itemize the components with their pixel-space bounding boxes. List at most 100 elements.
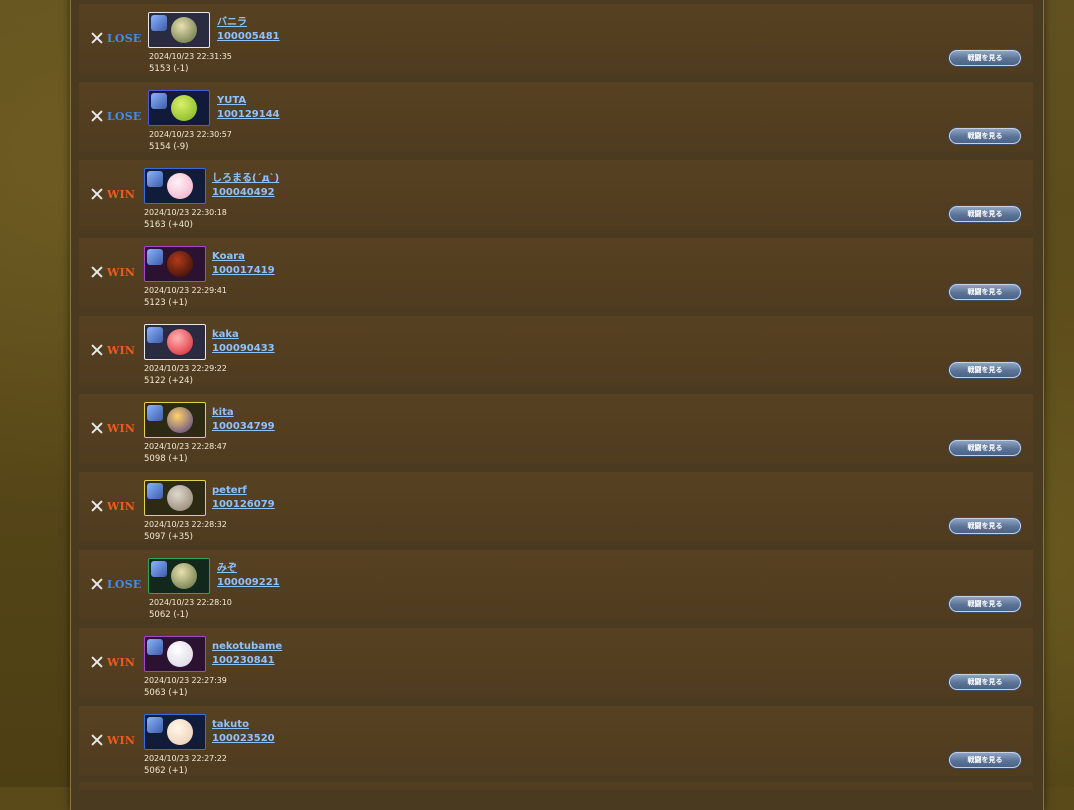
battle-result: LOSE xyxy=(91,577,142,591)
crossed-swords-icon xyxy=(91,266,103,278)
result-label: LOSE xyxy=(107,109,142,123)
player-avatar-icon xyxy=(144,168,206,204)
rating-change: 5098 (+1) xyxy=(144,454,188,464)
result-label: WIN xyxy=(107,343,136,357)
battle-timestamp: 2024/10/23 22:29:41 xyxy=(144,286,227,295)
character-face-icon xyxy=(171,95,197,121)
rating-change: 5063 (+1) xyxy=(144,688,188,698)
rank-badge-icon xyxy=(147,249,163,265)
watch-battle-button[interactable]: 戦闘を見る xyxy=(949,518,1021,534)
opponent-id-link[interactable]: 100230841 xyxy=(212,655,275,667)
opponent-id-link[interactable]: 100005481 xyxy=(217,31,280,43)
player-avatar-icon xyxy=(144,402,206,438)
opponent-name-link[interactable]: みぞ xyxy=(217,563,237,575)
opponent-id-link[interactable]: 100090433 xyxy=(212,343,275,355)
crossed-swords-icon xyxy=(91,188,103,200)
opponent-name-link[interactable]: takuto xyxy=(212,719,249,731)
player-avatar-icon xyxy=(144,324,206,360)
watch-battle-button[interactable]: 戦闘を見る xyxy=(949,596,1021,612)
opponent-id-link[interactable]: 100009221 xyxy=(217,577,280,589)
rating-change: 5163 (+40) xyxy=(144,220,193,230)
opponent-id-link[interactable]: 100017419 xyxy=(212,265,275,277)
battle-row: WIN peterf 100126079 2024/10/23 22:28:32… xyxy=(79,472,1033,542)
character-face-icon xyxy=(167,485,193,511)
opponent-id-link[interactable]: 100129144 xyxy=(217,109,280,121)
opponent-name-link[interactable]: kita xyxy=(212,407,234,419)
crossed-swords-icon xyxy=(91,578,103,590)
character-face-icon xyxy=(171,563,197,589)
watch-battle-button[interactable]: 戦闘を見る xyxy=(949,440,1021,456)
opponent-name-link[interactable]: kaka xyxy=(212,329,239,341)
opponent-id-link[interactable]: 100034799 xyxy=(212,421,275,433)
rating-change: 5122 (+24) xyxy=(144,376,193,386)
result-label: WIN xyxy=(107,499,136,513)
opponent-name-link[interactable]: peterf xyxy=(212,485,247,497)
battle-timestamp: 2024/10/23 22:28:47 xyxy=(144,442,227,451)
rank-badge-icon xyxy=(151,15,167,31)
battle-row: LOSE YUTA 100129144 2024/10/23 22:30:57 … xyxy=(79,82,1033,152)
battle-row: WIN kita 100034799 2024/10/23 22:28:47 5… xyxy=(79,394,1033,464)
crossed-swords-icon xyxy=(91,656,103,668)
opponent-name-link[interactable]: Koara xyxy=(212,251,245,263)
result-label: WIN xyxy=(107,187,136,201)
battle-timestamp: 2024/10/23 22:29:22 xyxy=(144,364,227,373)
watch-battle-button[interactable]: 戦闘を見る xyxy=(949,362,1021,378)
result-label: WIN xyxy=(107,655,136,669)
opponent-name-link[interactable]: YUTA xyxy=(217,95,246,107)
opponent-id-link[interactable]: 100126079 xyxy=(212,499,275,511)
character-face-icon xyxy=(167,173,193,199)
battle-result: LOSE xyxy=(91,109,142,123)
rank-badge-icon xyxy=(151,93,167,109)
battle-timestamp: 2024/10/23 22:27:22 xyxy=(144,754,227,763)
watch-battle-button[interactable]: 戦闘を見る xyxy=(949,206,1021,222)
character-face-icon xyxy=(167,407,193,433)
player-avatar-icon xyxy=(144,714,206,750)
result-label: LOSE xyxy=(107,31,142,45)
watch-battle-button[interactable]: 戦闘を見る xyxy=(949,284,1021,300)
crossed-swords-icon xyxy=(91,344,103,356)
rating-change: 5062 (+1) xyxy=(144,766,188,776)
battle-result: WIN xyxy=(91,733,136,747)
crossed-swords-icon xyxy=(91,734,103,746)
battle-timestamp: 2024/10/23 22:30:57 xyxy=(149,130,232,139)
watch-battle-button[interactable]: 戦闘を見る xyxy=(949,50,1021,66)
character-face-icon xyxy=(171,17,197,43)
player-avatar-icon xyxy=(148,90,210,126)
character-face-icon xyxy=(167,641,193,667)
opponent-name-link[interactable]: バニラ xyxy=(217,17,247,29)
crossed-swords-icon xyxy=(91,500,103,512)
rank-badge-icon xyxy=(147,717,163,733)
battle-row: WIN Koara 100017419 2024/10/23 22:29:41 … xyxy=(79,238,1033,308)
player-avatar-icon xyxy=(144,480,206,516)
crossed-swords-icon xyxy=(91,422,103,434)
battle-result: WIN xyxy=(91,499,136,513)
rating-change: 5123 (+1) xyxy=(144,298,188,308)
rating-change: 5097 (+35) xyxy=(144,532,193,542)
battle-row: WIN しろまる(´д`) 100040492 2024/10/23 22:30… xyxy=(79,160,1033,230)
battle-result: WIN xyxy=(91,343,136,357)
watch-battle-button[interactable]: 戦闘を見る xyxy=(949,674,1021,690)
rank-badge-icon xyxy=(151,561,167,577)
rating-change: 5153 (-1) xyxy=(149,64,189,74)
battle-result: WIN xyxy=(91,266,135,279)
battle-result: WIN xyxy=(91,421,136,435)
battle-row: WIN nekotubame 100230841 2024/10/23 22:2… xyxy=(79,628,1033,698)
player-avatar-icon xyxy=(144,636,206,672)
opponent-id-link[interactable]: 100023520 xyxy=(212,733,275,745)
opponent-name-link[interactable]: しろまる(´д`) xyxy=(212,173,279,185)
result-label: LOSE xyxy=(107,577,142,591)
character-face-icon xyxy=(167,719,193,745)
watch-battle-button[interactable]: 戦闘を見る xyxy=(949,752,1021,768)
opponent-name-link[interactable]: nekotubame xyxy=(212,641,282,653)
battle-timestamp: 2024/10/23 22:28:32 xyxy=(144,520,227,529)
battle-timestamp: 2024/10/23 22:31:35 xyxy=(149,52,232,61)
result-label: WIN xyxy=(107,421,136,435)
battle-row: WIN takuto 100023520 2024/10/23 22:27:22… xyxy=(79,706,1033,776)
opponent-id-link[interactable]: 100040492 xyxy=(212,187,275,199)
result-label: WIN xyxy=(107,733,136,747)
battle-history-list: LOSE バニラ 100005481 2024/10/23 22:31:35 5… xyxy=(79,4,1033,784)
rank-badge-icon xyxy=(147,639,163,655)
battle-row: LOSE バニラ 100005481 2024/10/23 22:31:35 5… xyxy=(79,4,1033,74)
player-avatar-icon xyxy=(148,558,210,594)
watch-battle-button[interactable]: 戦闘を見る xyxy=(949,128,1021,144)
